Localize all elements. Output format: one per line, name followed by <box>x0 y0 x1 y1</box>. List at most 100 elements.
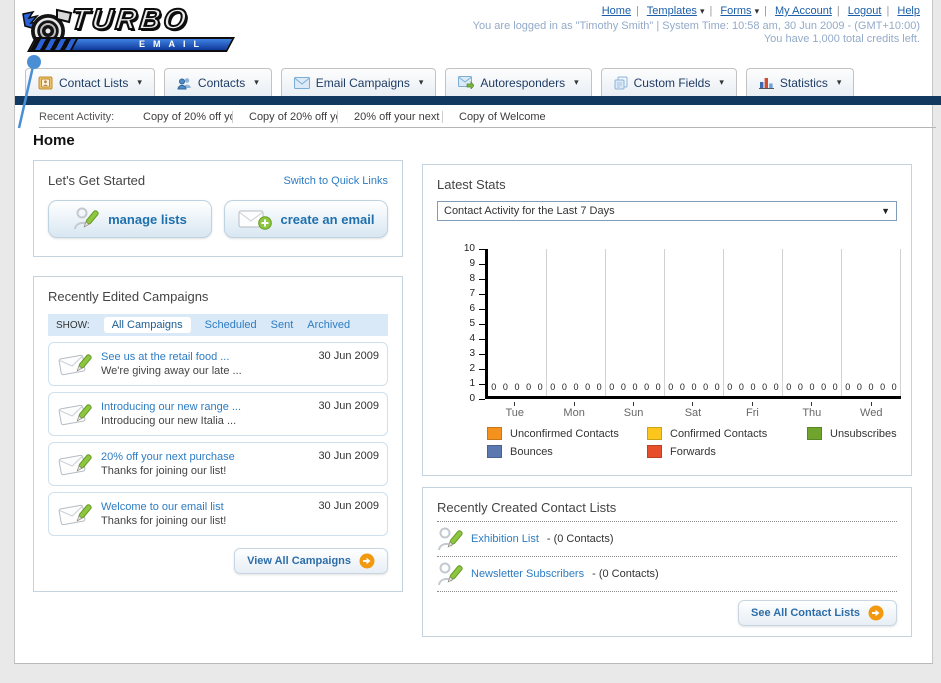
campaign-edit-icon <box>58 354 92 376</box>
tab-statistics[interactable]: Statistics <box>745 68 855 96</box>
tab-label: Contacts <box>197 75 246 90</box>
arrow-circle-icon <box>359 553 375 569</box>
chart-value-label: 0 <box>644 382 650 392</box>
campaign-row[interactable]: Welcome to our email list Thanks for joi… <box>48 492 388 536</box>
contact-lists-title: Recently Created Contact Lists <box>437 500 897 522</box>
switch-quick-links[interactable]: Switch to Quick Links <box>283 175 388 187</box>
contact-list-row[interactable]: Exhibition List - (0 Contacts) <box>437 522 897 557</box>
create-email-label: create an email <box>280 211 375 227</box>
tab-label: Statistics <box>779 75 828 90</box>
x-axis-day: Wed <box>860 407 883 419</box>
tab-email-campaigns[interactable]: Email Campaigns <box>280 68 437 96</box>
chart-day-group: 00000 <box>547 249 606 396</box>
contact-list-count: - (0 Contacts) <box>546 533 614 545</box>
credits-line: You have 1,000 total credits left. <box>763 33 920 45</box>
chart-value-label: 0 <box>573 382 579 392</box>
x-axis-tick <box>633 402 635 406</box>
legend-item: Forwards <box>647 445 807 458</box>
view-all-campaigns-button[interactable]: View All Campaigns <box>234 548 388 574</box>
login-status: You are logged in as "Timothy Smith" | S… <box>473 20 920 46</box>
nav-link-my-account[interactable]: My Account <box>775 5 832 17</box>
filter-sent[interactable]: Sent <box>271 319 294 331</box>
campaign-date: 30 Jun 2009 <box>318 400 379 412</box>
nav-link-logout[interactable]: Logout <box>848 5 882 17</box>
legend-item: Confirmed Contacts <box>647 427 807 440</box>
x-axis-label: Sat <box>663 402 722 419</box>
campaign-row[interactable]: 20% off your next purchase Thanks for jo… <box>48 442 388 486</box>
x-axis-label: Thu <box>782 402 841 419</box>
latest-stats-panel: Latest Stats Contact Activity for the La… <box>422 164 912 476</box>
chart-value-label: 0 <box>609 382 615 392</box>
show-label: SHOW: <box>56 319 90 331</box>
contact-list-link[interactable]: Exhibition List <box>471 533 539 545</box>
tab-label: Custom Fields <box>633 75 711 90</box>
see-all-contact-lists-label: See All Contact Lists <box>750 607 860 619</box>
chart-value-label: 0 <box>703 382 709 392</box>
custom-fields-icon <box>614 76 628 89</box>
pin-icon <box>17 55 41 129</box>
nav-link-help[interactable]: Help <box>897 5 920 17</box>
chart-value-label: 0 <box>679 382 685 392</box>
chart-value-label: 0 <box>632 382 638 392</box>
tab-label: Autoresponders <box>480 75 566 90</box>
chart-value-label: 0 <box>668 382 674 392</box>
filter-all-campaigns[interactable]: All Campaigns <box>103 317 191 333</box>
chart-day-group: 00000 <box>488 249 547 396</box>
campaign-edit-icon <box>58 404 92 426</box>
person-edit-icon <box>438 562 463 586</box>
tab-custom-fields[interactable]: Custom Fields <box>600 68 737 96</box>
contact-list-link[interactable]: Newsletter Subscribers <box>471 568 584 580</box>
campaign-row[interactable]: See us at the retail food ... We're givi… <box>48 342 388 386</box>
nav-link-home[interactable]: Home <box>602 5 631 17</box>
create-email-button[interactable]: create an email <box>224 200 388 238</box>
filter-archived[interactable]: Archived <box>307 319 350 331</box>
legend-label: Bounces <box>510 445 553 458</box>
campaign-title-link[interactable]: 20% off your next purchase <box>101 450 310 464</box>
chart-day-group: 00000 <box>606 249 665 396</box>
logo[interactable]: TURBO EMAIL <box>21 3 251 62</box>
x-axis-tick <box>692 402 694 406</box>
tab-autoresponders[interactable]: Autoresponders <box>445 68 592 96</box>
recent-activity-item[interactable]: Copy of 20% off yo <box>232 111 337 123</box>
y-axis-tick <box>479 399 485 400</box>
get-started-panel: Let's Get Started Switch to Quick Links … <box>33 160 403 257</box>
page-container: TURBO EMAIL Home | Templates | Forms | My A… <box>14 0 941 664</box>
recent-activity-item[interactable]: Copy of 20% off yo <box>127 111 232 123</box>
recent-activity-text: 20% off your next p <box>354 111 442 123</box>
see-all-contact-lists-button[interactable]: See All Contact Lists <box>737 600 897 626</box>
campaign-subtitle: Introducing our new Italia ... <box>101 415 237 427</box>
contacts-icon <box>177 77 191 89</box>
tab-label: Contact Lists <box>59 75 129 90</box>
x-axis-day: Tue <box>505 407 524 419</box>
x-axis-tick <box>870 402 872 406</box>
recent-activity-item[interactable]: Copy of Welcome to <box>442 111 547 123</box>
legend-item: Unconfirmed Contacts <box>487 427 647 440</box>
x-axis-tick <box>751 402 753 406</box>
nav-link-templates[interactable]: Templates <box>647 5 705 17</box>
contact-list-row[interactable]: Newsletter Subscribers - (0 Contacts) <box>437 557 897 592</box>
chart-value-label: 0 <box>585 382 591 392</box>
campaign-title-link[interactable]: Welcome to our email list <box>101 500 310 514</box>
y-axis-label: 10 <box>463 243 475 254</box>
x-axis-label: Mon <box>544 402 603 419</box>
legend-item: Bounces <box>487 445 647 458</box>
x-axis: Tue Mon Sun Sat Fri Thu Wed <box>485 402 901 419</box>
campaign-subtitle: We're giving away our late ... <box>101 365 242 377</box>
x-axis-label: Sun <box>604 402 663 419</box>
manage-lists-label: manage lists <box>108 211 187 227</box>
campaign-title-link[interactable]: See us at the retail food ... <box>101 350 310 364</box>
x-axis-day: Fri <box>745 407 759 419</box>
campaign-row[interactable]: Introducing our new range ... Introducin… <box>48 392 388 436</box>
campaign-title-link[interactable]: Introducing our new range ... <box>101 400 310 414</box>
chart-value-label: 0 <box>762 382 768 392</box>
nav-link-forms[interactable]: Forms <box>720 5 759 17</box>
campaign-edit-icon <box>58 504 92 526</box>
chart-value-label: 0 <box>891 382 897 392</box>
manage-lists-button[interactable]: manage lists <box>48 200 212 238</box>
recent-activity-item[interactable]: 20% off your next p <box>337 111 442 123</box>
chart-day-group: 00000 <box>842 249 901 396</box>
chart-value-label: 0 <box>738 382 744 392</box>
x-axis-label: Tue <box>485 402 544 419</box>
tab-contacts[interactable]: Contacts <box>163 68 272 96</box>
filter-scheduled[interactable]: Scheduled <box>205 319 257 331</box>
